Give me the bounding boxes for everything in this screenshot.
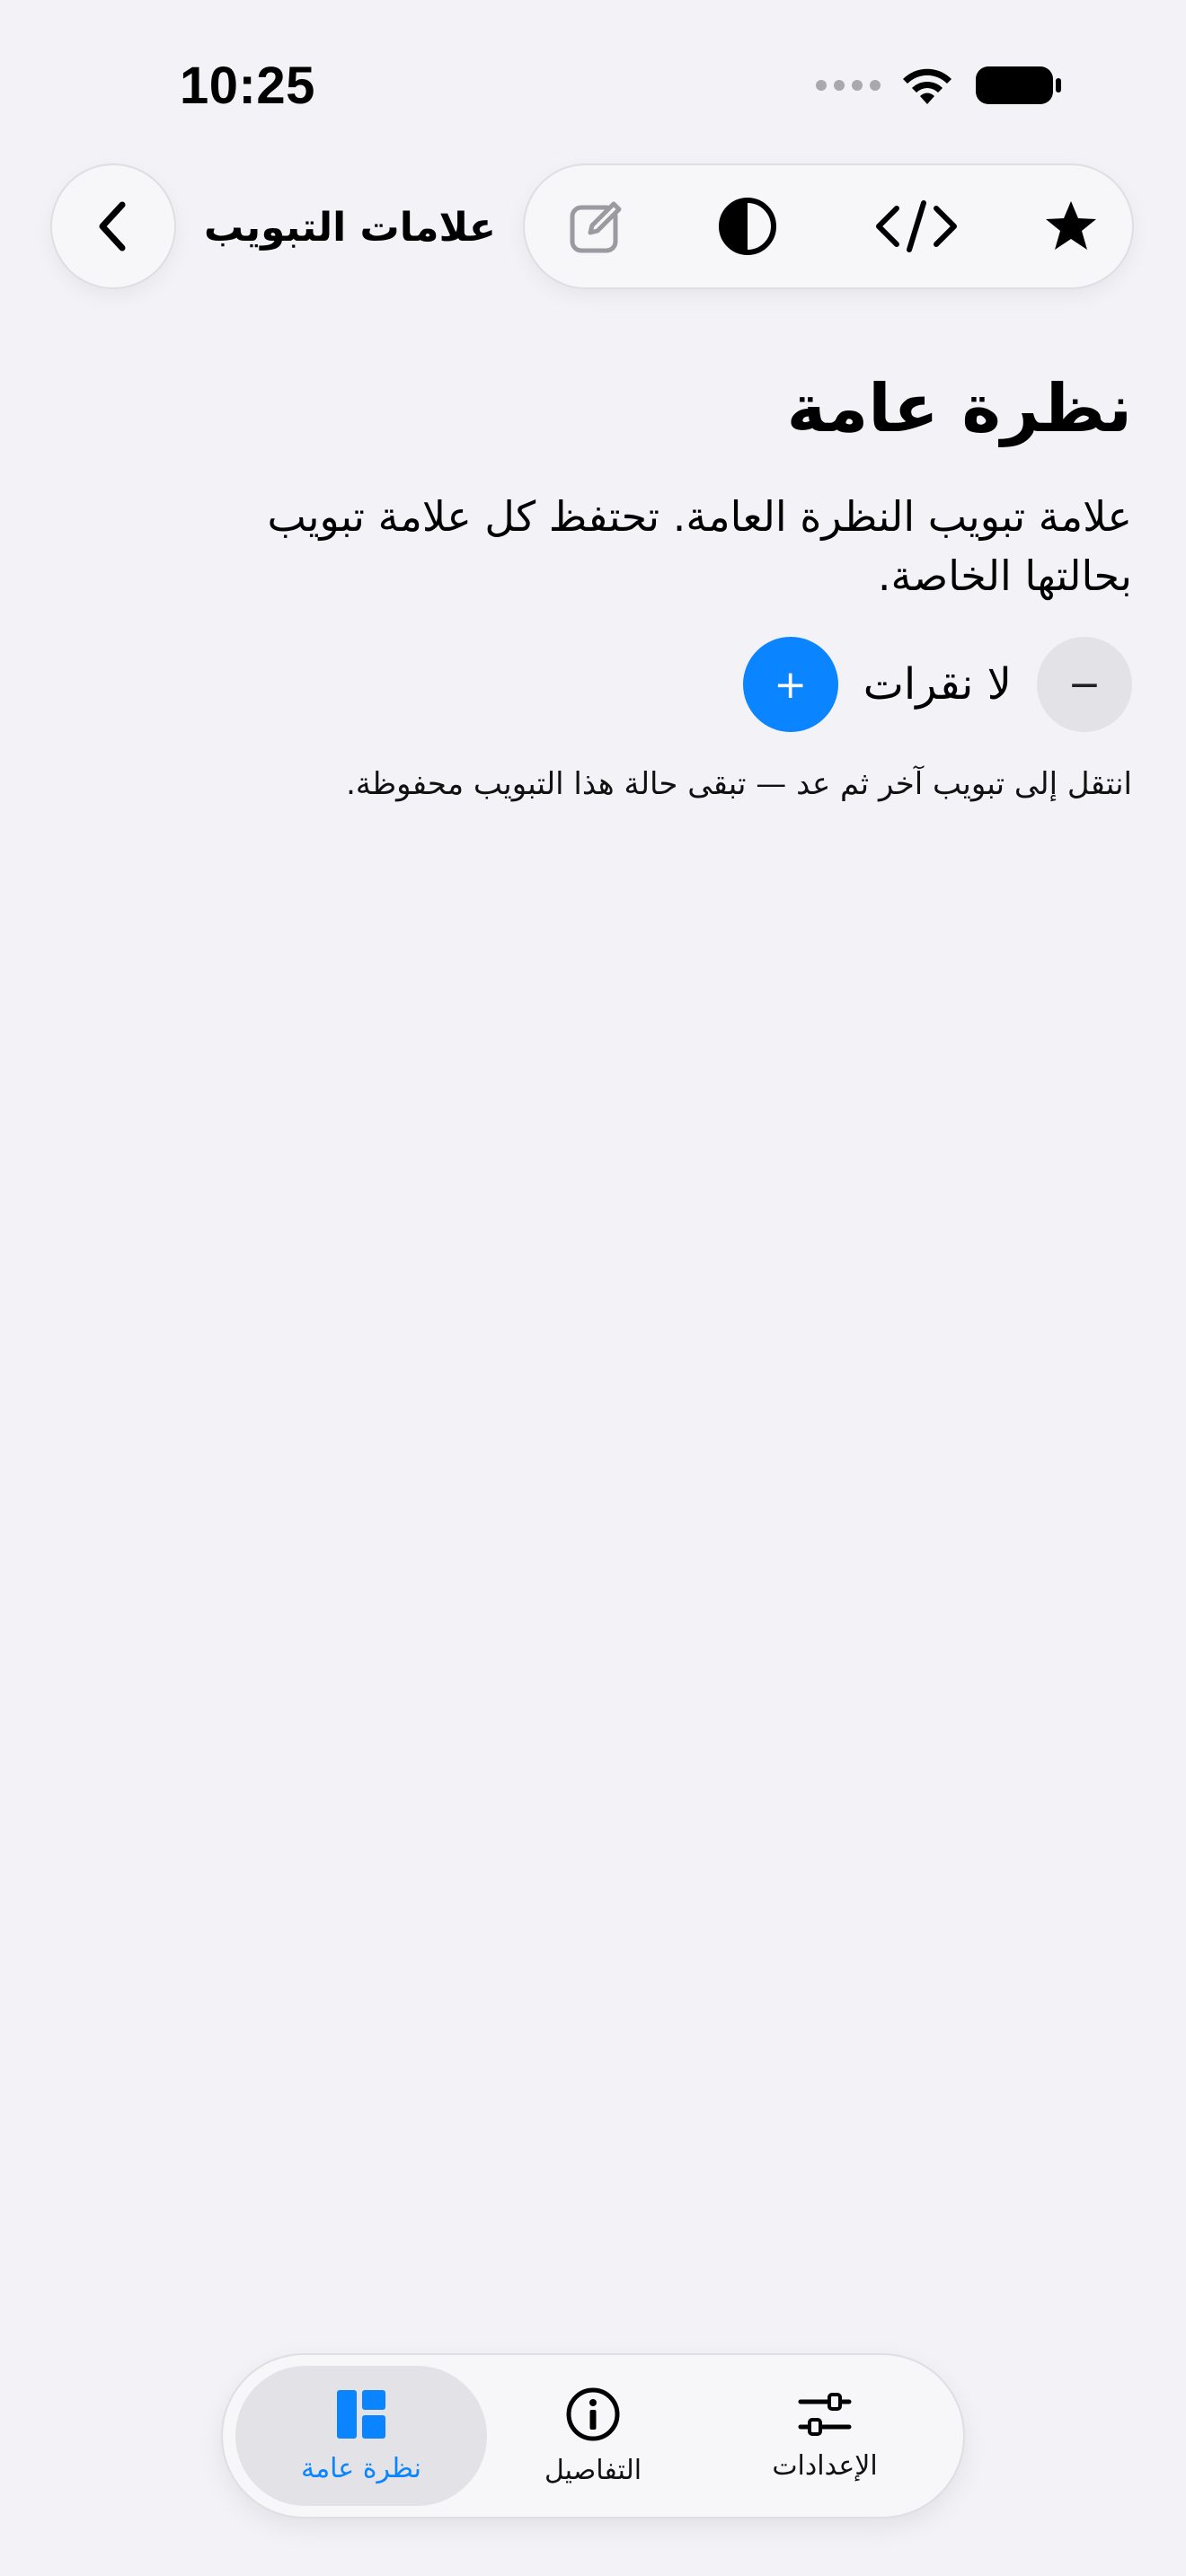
counter-value: لا نقرات (863, 659, 1012, 710)
edit-button[interactable] (561, 190, 633, 262)
tab-bar: نظرة عامة التفاصيل الإعدادات (223, 2355, 963, 2517)
sliders-icon (798, 2392, 852, 2436)
code-icon (876, 200, 957, 252)
tab-label: التفاصيل (544, 2454, 642, 2486)
tab-overview[interactable]: نظرة عامة (235, 2366, 487, 2506)
increment-button[interactable]: + (742, 637, 838, 732)
battery-icon (976, 66, 1061, 104)
back-button[interactable] (52, 165, 174, 287)
cellular-signal-icon (816, 80, 881, 91)
status-bar: 10:25 (0, 0, 1186, 171)
page-description: علامة تبويب النظرة العامة. تحتفظ كل علام… (267, 492, 1132, 600)
main-content: نظرة عامة علامة تبويب النظرة العامة. تحت… (54, 359, 1132, 802)
contrast-icon (719, 198, 776, 255)
hint-text: انتقل إلى تبويب آخر ثم عد — تبقى حالة هذ… (346, 766, 1132, 802)
chevron-left-icon (99, 201, 126, 251)
info-icon (566, 2387, 620, 2440)
code-button[interactable] (872, 190, 961, 262)
tab-details[interactable]: التفاصيل (467, 2366, 719, 2506)
status-icons (816, 65, 1064, 106)
tab-label: الإعدادات (772, 2449, 878, 2482)
page-title: نظرة عامة (786, 370, 1132, 447)
tab-settings[interactable]: الإعدادات (699, 2366, 951, 2506)
star-icon (1046, 201, 1096, 250)
click-counter: − لا نقرات + (742, 636, 1132, 733)
toolbar (525, 165, 1132, 287)
edit-icon (570, 201, 622, 253)
favorite-button[interactable] (1035, 190, 1107, 262)
decrement-button[interactable]: − (1037, 637, 1132, 732)
wifi-icon (903, 68, 951, 104)
contrast-button[interactable] (712, 190, 783, 262)
nav-title: علامات التبويب (204, 205, 496, 251)
tab-label: نظرة عامة (301, 2452, 421, 2484)
status-time: 10:25 (180, 57, 315, 115)
dashboard-icon (337, 2389, 385, 2439)
